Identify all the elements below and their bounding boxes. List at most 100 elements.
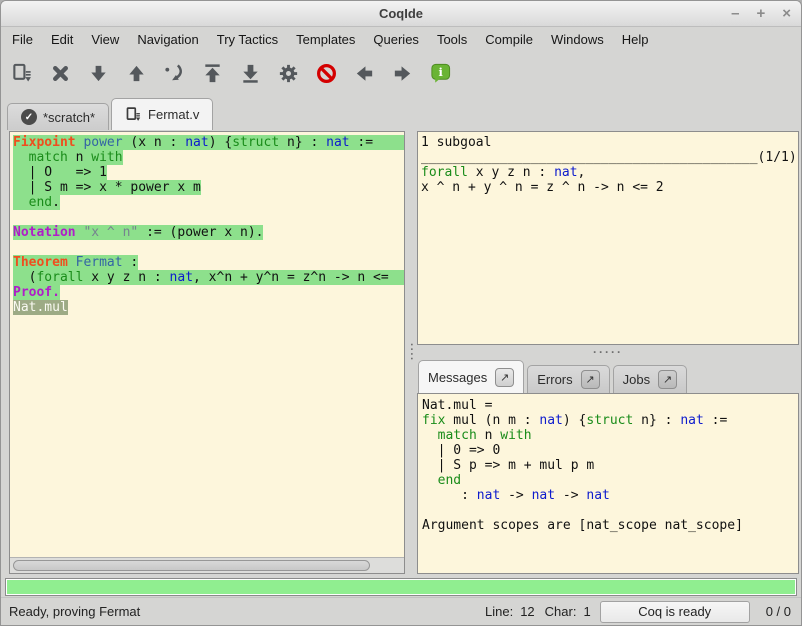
detach-errors-button[interactable]: ↗	[581, 370, 600, 389]
curved-arrow-icon	[163, 62, 186, 85]
minimize-button[interactable]: –	[731, 6, 739, 21]
backward-one-button[interactable]	[123, 60, 150, 87]
detach-icon: ↗	[663, 373, 672, 386]
code-line	[13, 240, 404, 255]
progress-bar-fill	[7, 580, 795, 594]
char-value: 1	[583, 604, 590, 619]
detach-jobs-button[interactable]: ↗	[658, 370, 677, 389]
tab-jobs[interactable]: Jobs ↗	[613, 365, 687, 393]
gear-icon	[277, 62, 300, 85]
code-line: | O => 1	[13, 165, 404, 180]
interrupt-button[interactable]	[313, 60, 340, 87]
tab-fermat[interactable]: Fermat.v	[111, 98, 213, 130]
tab-errors-label: Errors	[537, 372, 572, 387]
goals-pane: 1 subgoal_______________________________…	[417, 131, 799, 345]
menu-bar: File Edit View Navigation Try Tactics Te…	[1, 27, 801, 51]
main-area: Fixpoint power (x n : nat) {struct n} : …	[1, 130, 801, 576]
menu-item-navigation[interactable]: Navigation	[128, 29, 207, 50]
make-button[interactable]	[275, 60, 302, 87]
vertical-splitter[interactable]: ····	[405, 131, 417, 574]
code-line: Fixpoint power (x n : nat) {struct n} : …	[13, 135, 404, 150]
menu-item-windows[interactable]: Windows	[542, 29, 613, 50]
code-line: | S m => x * power x m	[13, 180, 404, 195]
tab-messages-label: Messages	[428, 370, 487, 385]
menu-item-compile[interactable]: Compile	[476, 29, 542, 50]
code-line: match n with	[13, 150, 404, 165]
x-icon	[49, 62, 72, 85]
arrow-bottom-icon	[239, 62, 262, 85]
buffer-arrow-icon	[11, 62, 34, 85]
message-tab-bar: Messages ↗ Errors ↗ Jobs ↗	[417, 358, 799, 393]
forward-one-button[interactable]	[85, 60, 112, 87]
arrow-up-icon	[125, 62, 148, 85]
menu-item-view[interactable]: View	[82, 29, 128, 50]
code-line: Proof.	[13, 285, 404, 300]
code-line: end	[422, 473, 798, 488]
horizontal-splitter[interactable]: ·····	[417, 345, 799, 358]
previous-button[interactable]	[351, 60, 378, 87]
line-label: Line:	[485, 604, 513, 619]
toolbar: i	[1, 51, 801, 95]
code-line: forall x y z n : nat,	[421, 165, 798, 180]
detach-messages-button[interactable]: ↗	[495, 368, 514, 387]
coq-state-indicator[interactable]: Coq is ready	[600, 601, 750, 623]
menu-item-tools[interactable]: Tools	[428, 29, 476, 50]
maximize-button[interactable]: +	[756, 6, 765, 21]
arrow-left-icon	[353, 62, 376, 85]
code-line: (forall x y z n : nat, x^n + y^n = z^n -…	[13, 270, 404, 285]
char-label: Char:	[545, 604, 577, 619]
code-line: | S p => m + mul p m	[422, 458, 798, 473]
goto-cursor-button[interactable]	[9, 60, 36, 87]
menu-item-file[interactable]: File	[3, 29, 42, 50]
close-button[interactable]: ×	[782, 6, 791, 21]
code-line: Notation "x ^ n" := (power x n).	[13, 225, 404, 240]
code-line: match n with	[422, 428, 798, 443]
menu-item-help[interactable]: Help	[613, 29, 658, 50]
goto-point-button[interactable]	[161, 60, 188, 87]
window-title: CoqIde	[379, 6, 423, 21]
about-button[interactable]: i	[427, 60, 454, 87]
code-line: fix mul (n m : nat) {struct n} : nat :=	[422, 413, 798, 428]
arrow-top-icon	[201, 62, 224, 85]
menu-item-queries[interactable]: Queries	[364, 29, 428, 50]
splitter-dots: ····	[405, 343, 417, 362]
menu-item-try-tactics[interactable]: Try Tactics	[208, 29, 287, 50]
code-line: end.	[13, 195, 404, 210]
script-editor[interactable]: Fixpoint power (x n : nat) {struct n} : …	[10, 132, 404, 557]
detach-icon: ↗	[586, 373, 595, 386]
info-icon: i	[429, 62, 452, 85]
script-editor-pane: Fixpoint power (x n : nat) {struct n} : …	[9, 131, 405, 574]
go-to-end-button[interactable]	[237, 60, 264, 87]
tab-errors[interactable]: Errors ↗	[527, 365, 609, 393]
splitter-dots: ·····	[593, 345, 623, 359]
coqide-window: CoqIde – + × File Edit View Navigation T…	[0, 0, 802, 626]
code-line: 1 subgoal	[421, 135, 798, 150]
code-line: Nat.mul =	[422, 398, 798, 413]
code-line: Nat.mul	[13, 300, 404, 315]
menu-item-edit[interactable]: Edit	[42, 29, 82, 50]
arrow-right-icon	[391, 62, 414, 85]
tab-scratch[interactable]: ✓ *scratch*	[7, 103, 109, 130]
code-line: ________________________________________…	[421, 150, 798, 165]
code-line: Argument scopes are [nat_scope nat_scope…	[422, 518, 798, 533]
messages-pane: Nat.mul =fix mul (n m : nat) {struct n} …	[417, 393, 799, 574]
tab-jobs-label: Jobs	[623, 372, 650, 387]
arrow-down-icon	[87, 62, 110, 85]
tab-messages[interactable]: Messages ↗	[418, 360, 524, 393]
line-value: 12	[520, 604, 534, 619]
tab-scratch-label: *scratch*	[43, 110, 95, 125]
code-line: Theorem Fermat :	[13, 255, 404, 270]
code-line	[13, 210, 404, 225]
go-to-start-button[interactable]	[199, 60, 226, 87]
editor-tab-bar: ✓ *scratch* Fermat.v	[1, 95, 801, 130]
editor-hscrollbar-thumb[interactable]	[13, 560, 370, 571]
goals-view: 1 subgoal_______________________________…	[418, 132, 798, 195]
menu-item-templates[interactable]: Templates	[287, 29, 364, 50]
close-buffer-button[interactable]	[47, 60, 74, 87]
check-circle-icon: ✓	[21, 109, 37, 125]
title-bar[interactable]: CoqIde – + ×	[1, 1, 801, 27]
window-controls: – + ×	[731, 1, 791, 26]
next-button[interactable]	[389, 60, 416, 87]
status-message: Ready, proving Fermat	[9, 604, 475, 619]
editor-hscrollbar[interactable]	[10, 557, 404, 573]
